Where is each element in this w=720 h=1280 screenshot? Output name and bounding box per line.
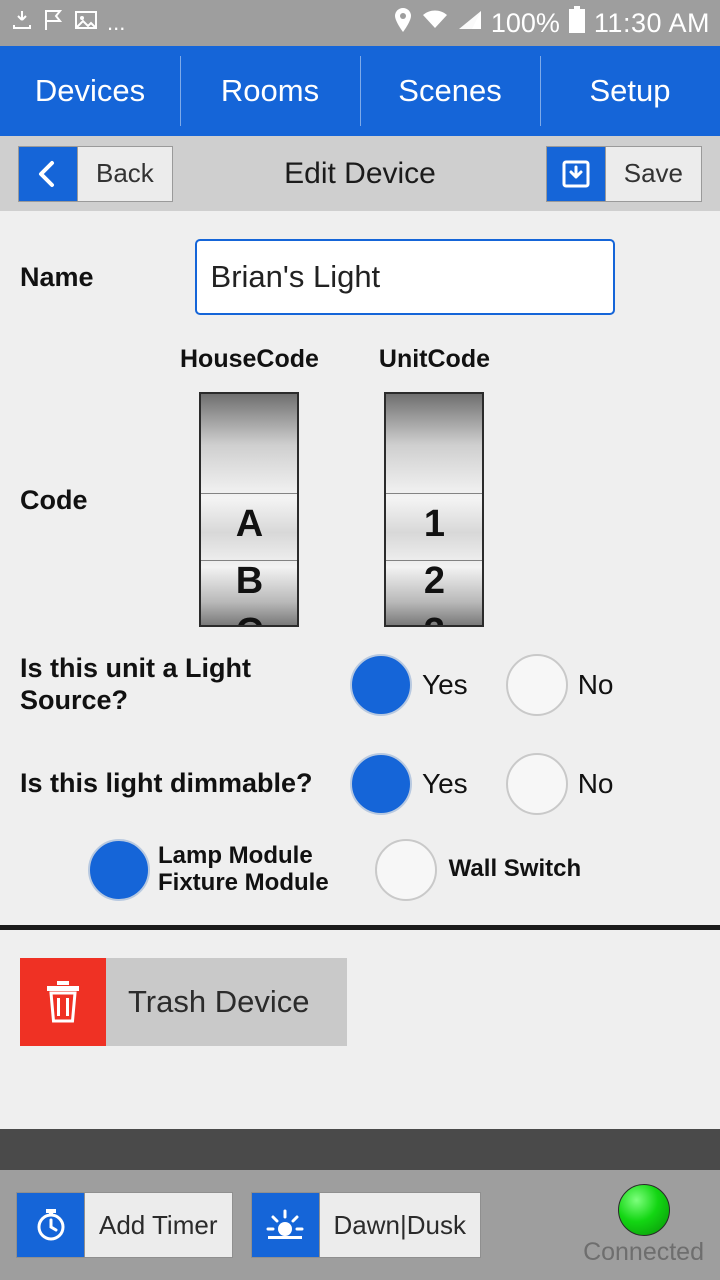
wall-switch-option[interactable]: Wall Switch [374,838,582,901]
unitcode-item-1[interactable]: 1 [386,503,482,546]
tab-rooms[interactable]: Rooms [180,46,360,136]
trash-icon [20,957,106,1046]
light-source-yes-label: Yes [422,668,468,700]
add-timer-label: Add Timer [84,1192,233,1258]
add-timer-button[interactable]: Add Timer [16,1192,233,1258]
tab-scenes[interactable]: Scenes [360,46,540,136]
name-row: Name [0,211,720,315]
unitcode-item-3[interactable]: 3 [386,611,482,625]
wheel-separator [201,493,298,494]
timer-icon [16,1192,84,1258]
dawn-dusk-button[interactable]: Dawn|Dusk [250,1192,481,1258]
edit-device-form: Name Code HouseCode A B C UnitCode [0,211,720,1280]
tab-devices-label: Devices [34,73,146,108]
download-icon [10,8,34,38]
dimmable-no-radio[interactable] [505,752,568,815]
dimmable-no-label: No [577,767,614,799]
battery-icon [568,6,586,40]
save-button[interactable]: Save [545,145,702,202]
code-label-wrap: Code [0,345,180,627]
light-source-no-radio[interactable] [505,653,568,716]
sunrise-icon [250,1192,319,1258]
chevron-left-icon [18,145,77,202]
action-bar: Back Edit Device Save [0,136,720,211]
unitcode-item-2[interactable]: 2 [386,560,482,603]
dimmable-yes-label: Yes [422,767,468,799]
wall-switch-label: Wall Switch [448,855,582,883]
tab-setup[interactable]: Setup [540,46,720,136]
housecode-wheel[interactable]: A B C [199,392,300,627]
lamp-module-label-line1: Lamp Module [158,841,313,869]
lamp-module-radio[interactable] [88,838,150,901]
status-indicator-dot [617,1183,670,1236]
wall-switch-radio[interactable] [374,838,437,901]
housecode-title: HouseCode [180,345,319,373]
save-disk-icon [545,145,605,202]
housecode-picker[interactable]: HouseCode A B C [180,345,319,627]
dimmable-row: Is this light dimmable? Yes No [0,752,720,815]
name-label: Name [20,261,94,292]
unitcode-title: UnitCode [378,345,491,373]
wheel-separator [386,493,483,494]
code-label: Code [20,485,88,515]
tab-rooms-label: Rooms [220,73,320,108]
light-source-radio-group: Yes No [350,653,641,716]
unitcode-picker[interactable]: UnitCode 1 2 3 [379,345,490,627]
housecode-item-a[interactable]: A [201,503,297,546]
trash-device-button[interactable]: Trash Device [20,957,347,1046]
light-source-no-label: No [577,668,614,700]
unitcode-wheel[interactable]: 1 2 3 [384,392,485,627]
tab-devices[interactable]: Devices [0,46,180,136]
housecode-item-c[interactable]: C [201,611,297,625]
battery-percent-label: 100% [490,7,560,38]
flag-icon [43,8,65,38]
light-source-question: Is this unit a Light Source? [20,653,251,715]
save-button-label: Save [604,145,702,202]
trash-section: Trash Device [0,930,720,1046]
image-icon [74,9,98,37]
back-button[interactable]: Back [18,145,173,202]
module-type-row: Lamp Module Fixture Module Wall Switch [0,838,720,901]
lamp-module-label: Lamp Module Fixture Module [158,841,329,897]
code-pickers: HouseCode A B C UnitCode 1 2 3 [180,345,490,627]
dimmable-question: Is this light dimmable? [20,767,313,798]
main-nav-tabs: Devices Rooms Scenes Setup [0,46,720,136]
status-bar: ... 100% 11:30 AM [0,0,720,46]
back-button-label: Back [77,145,173,202]
connection-status-label: Connected [583,1237,704,1266]
dimmable-yes-radio[interactable] [350,752,412,815]
status-bar-right-icons: 100% 11:30 AM [393,6,710,40]
housecode-item-b[interactable]: B [201,560,297,603]
light-source-row: Is this unit a Light Source? Yes No [0,653,720,717]
footer-spacer [0,1129,720,1170]
location-icon [393,7,413,39]
light-source-yes-radio[interactable] [350,653,412,716]
dimmable-radio-group: Yes No [350,752,641,815]
dawn-dusk-label: Dawn|Dusk [318,1192,481,1258]
code-row: Code HouseCode A B C UnitCode 1 [0,345,720,627]
trash-device-label: Trash Device [106,957,347,1046]
tab-scenes-label: Scenes [398,73,502,108]
status-overflow-label: ... [107,10,126,35]
clock-label: 11:30 AM [593,7,710,38]
connection-status: Connected [583,1183,704,1267]
footer-bar: Add Timer Dawn|Dusk Connected [0,1170,720,1280]
tab-setup-label: Setup [589,73,671,108]
status-bar-left-icons: ... [10,8,125,38]
lamp-module-label-line2: Fixture Module [158,868,329,896]
wifi-icon [421,8,449,38]
signal-icon [457,8,483,38]
device-name-input[interactable] [194,239,615,315]
lamp-module-option[interactable]: Lamp Module Fixture Module [88,838,329,901]
